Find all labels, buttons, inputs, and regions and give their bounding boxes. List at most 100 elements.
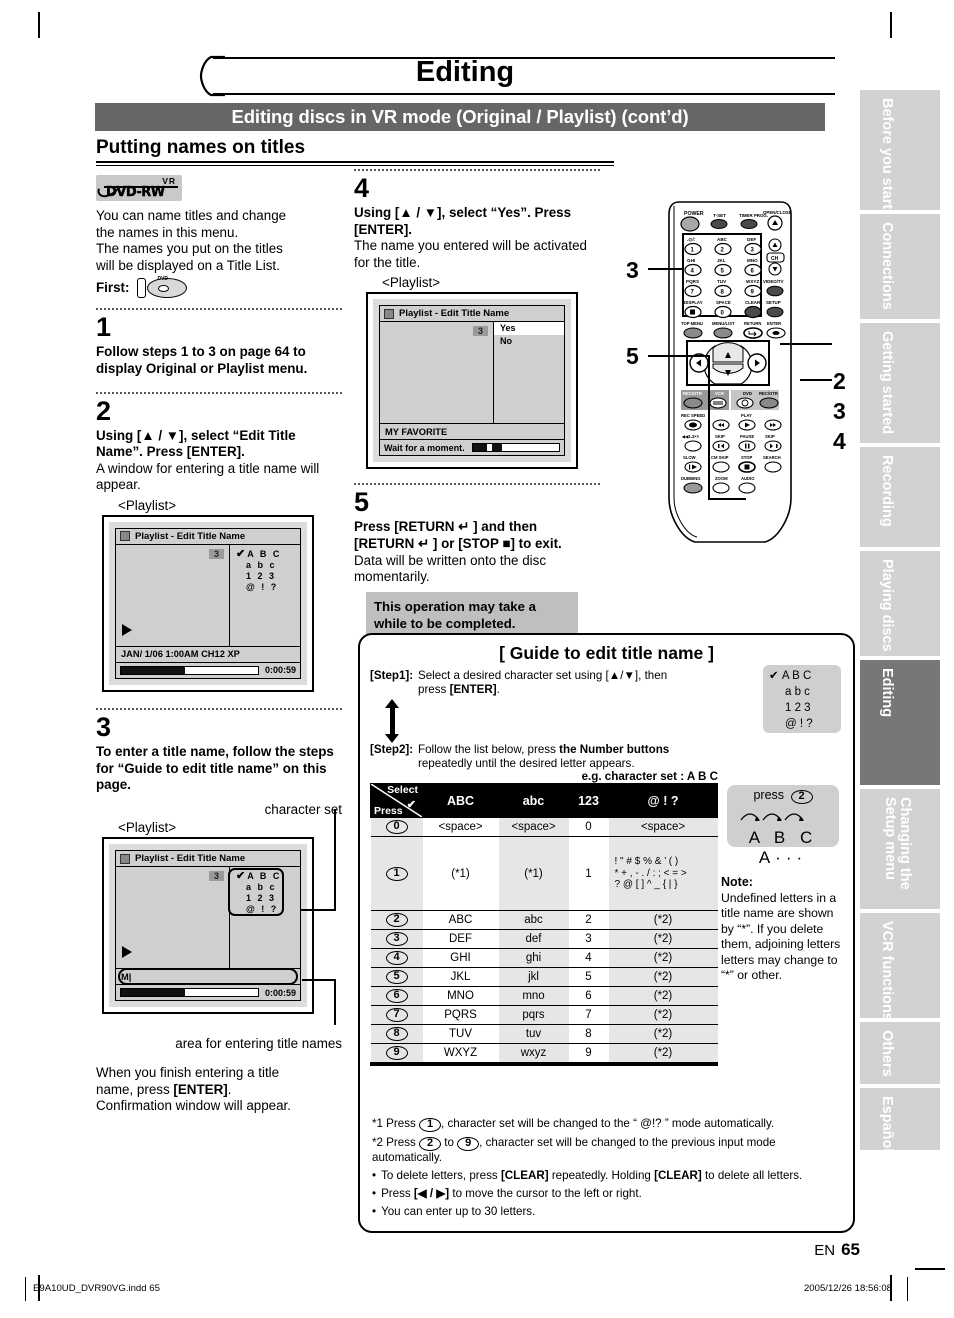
- key-9-icon: 9: [385, 1046, 408, 1060]
- intro-paragraph: You can name titles and change the names…: [96, 208, 342, 274]
- table-key-cell: 7: [370, 1005, 423, 1025]
- osd1-charset-label-0: A B C: [247, 548, 282, 559]
- guide-step1-enter: [ENTER]: [449, 683, 497, 696]
- osd2-charset-row-1[interactable]: a b c: [236, 882, 294, 893]
- table-header-row: Select Press ✔ ABC abc 123 @ ! ?: [370, 783, 718, 818]
- footnote-1: *1 Press 1, character set will be change…: [372, 1117, 841, 1132]
- table-key-cell: 2: [370, 910, 423, 930]
- remote-callout-3-left: 3: [626, 257, 639, 283]
- guide-charset-row-2: 1 2 3: [785, 702, 811, 714]
- page-header: Editing: [95, 55, 835, 97]
- osd2-charset-row-3[interactable]: @ ! ?: [236, 904, 294, 915]
- chapter-tab-playing-discs[interactable]: Playing discs: [860, 551, 940, 656]
- page-title: Editing: [415, 56, 515, 88]
- chapter-tab-before-you-start[interactable]: Before you start: [860, 90, 940, 210]
- table-cell: ! " # $ % & ’ ( ) * + , - . / : ; < = >? …: [608, 836, 718, 911]
- osd1-charset-row-3[interactable]: @ ! ?: [236, 582, 294, 593]
- svg-text:DVD: DVD: [743, 391, 752, 396]
- guide-step2-text-c: repeatedly until the desired letter appe…: [418, 757, 635, 770]
- svg-text:TOP MENU: TOP MENU: [681, 321, 703, 326]
- osd1-body: 3 ✔A B C a b c 1 2 3 @ ! ?: [115, 544, 301, 647]
- imprint-divider-right: [907, 1277, 908, 1301]
- key-4-icon: 4: [385, 951, 408, 965]
- osd3-option-yes[interactable]: Yes: [494, 322, 564, 336]
- chapter-tab-others[interactable]: Others: [860, 1022, 940, 1084]
- bullet-1-clear-2: [CLEAR]: [654, 1169, 702, 1182]
- osd1-charset-panel[interactable]: ✔A B C a b c 1 2 3 @ ! ?: [230, 545, 300, 646]
- entry-leader-h: [302, 979, 336, 982]
- remote-callout-5-left: 5: [626, 343, 639, 369]
- svg-text:SPACE: SPACE: [716, 300, 731, 305]
- footnote-2-mid: to: [441, 1136, 458, 1149]
- remote-callout-3-right: 3: [833, 398, 846, 424]
- chapter-tab-recording[interactable]: Recording: [860, 447, 940, 547]
- chapter-tab-vcr-functions[interactable]: VCR functions: [860, 913, 940, 1018]
- remote-callout-2-right: 2: [833, 368, 846, 394]
- table-row: 4 GHI ghi 4 (*2): [370, 948, 718, 968]
- crop-mark-br-h: [915, 1268, 945, 1270]
- chapter-tab-getting-started[interactable]: Getting started: [860, 323, 940, 443]
- table-cell: (*2): [608, 948, 718, 968]
- svg-text:JKL: JKL: [717, 258, 726, 263]
- chapter-tab-label: Español: [879, 1096, 895, 1150]
- remote-control-illustration: POWER T-SET TIMER PROG. OPEN/CLOSE .@/: …: [655, 198, 805, 548]
- table-row: 0 <space> <space> 0 <space>: [370, 817, 718, 837]
- svg-text:◀◀1.3××: ◀◀1.3××: [681, 434, 700, 439]
- osd3-title-text: Playlist - Edit Title Name: [399, 308, 510, 320]
- table-cell: 0: [568, 817, 609, 837]
- table-key-cell: 4: [370, 948, 423, 968]
- osd1-charset-row-0[interactable]: ✔A B C: [236, 548, 294, 560]
- osd2-charset-label-0: A B C: [247, 871, 282, 882]
- table-cell: 3: [568, 929, 609, 949]
- osd1-time: 0:00:59: [264, 665, 296, 676]
- table-cell: 9: [568, 1043, 609, 1062]
- chapter-tab-espa-ol[interactable]: Español: [860, 1088, 940, 1150]
- bullet-1-a: To delete letters, press: [381, 1169, 501, 1182]
- osd2-entry-text: M|: [121, 971, 132, 982]
- step-5-number: 5: [354, 487, 370, 518]
- osd2-time: 0:00:59: [264, 987, 296, 998]
- osd1-preview: 3: [116, 544, 230, 646]
- remote-leader-5a: [648, 355, 710, 357]
- key-2-icon: 2: [419, 1137, 442, 1151]
- table-cell: TUV: [422, 1024, 499, 1044]
- bullet-2-key: [◀ / ▶]: [413, 1187, 450, 1200]
- table-cell: 4: [568, 948, 609, 968]
- osd1-charset-row-2[interactable]: 1 2 3: [236, 571, 294, 582]
- character-set-table: Select Press ✔ ABC abc 123 @ ! ? 0 <space…: [370, 783, 718, 1062]
- guide-step1-text-c: .: [496, 683, 500, 696]
- bullet-2-b: to move the cursor to the left or right.: [449, 1187, 642, 1200]
- osd2-charset-panel[interactable]: ✔A B C a b c 1 2 3 @ ! ?: [228, 867, 300, 968]
- svg-text:DEF: DEF: [747, 237, 756, 242]
- osd3-disc-icon: [384, 308, 394, 319]
- osd2-entry-row[interactable]: M|: [115, 968, 301, 986]
- table-cell: jkl: [498, 967, 569, 987]
- osd3-confirm-panel[interactable]: Yes No: [494, 322, 564, 423]
- first-label: First:: [96, 280, 130, 296]
- table-cell: wxyz: [498, 1043, 569, 1062]
- svg-text:STOP: STOP: [741, 455, 753, 460]
- cycle-arrows-icon: [740, 813, 804, 821]
- osd1-disc-icon: [120, 531, 130, 542]
- chapter-tab-changing-the-setup-menu[interactable]: Changing the Setup menu: [860, 789, 940, 909]
- osd1-title-badge: 3: [208, 548, 224, 559]
- chapter-tab-editing[interactable]: Editing: [860, 660, 940, 785]
- table-key-cell: 9: [370, 1043, 423, 1062]
- svg-text:VCR: VCR: [715, 391, 724, 396]
- table-cell: <space>: [608, 817, 718, 837]
- chapter-tab-connections[interactable]: Connections: [860, 214, 940, 319]
- osd2-title-badge: 3: [208, 871, 224, 882]
- osd3-option-no[interactable]: No: [494, 335, 564, 348]
- table-cell: GHI: [422, 948, 499, 968]
- osd-screen-1: Playlist - Edit Title Name 3 ✔A B C a b …: [102, 514, 314, 692]
- osd2-charset-row-0[interactable]: ✔A B C: [236, 871, 294, 882]
- table-cell: <space>: [422, 817, 499, 837]
- osd1-charset-row-1[interactable]: a b c: [236, 560, 294, 571]
- intro-line-1: You can name titles and change: [96, 208, 287, 223]
- osd2-charset-row-2[interactable]: 1 2 3: [236, 893, 294, 904]
- svg-text:ABC: ABC: [717, 237, 728, 242]
- bullet-2-text: Press [◀ / ▶] to move the cursor to the …: [381, 1187, 642, 1201]
- svg-text:WXYZ: WXYZ: [746, 279, 759, 284]
- footnote-1-a: *1 Press: [372, 1117, 420, 1130]
- subsection-rule: [96, 161, 614, 166]
